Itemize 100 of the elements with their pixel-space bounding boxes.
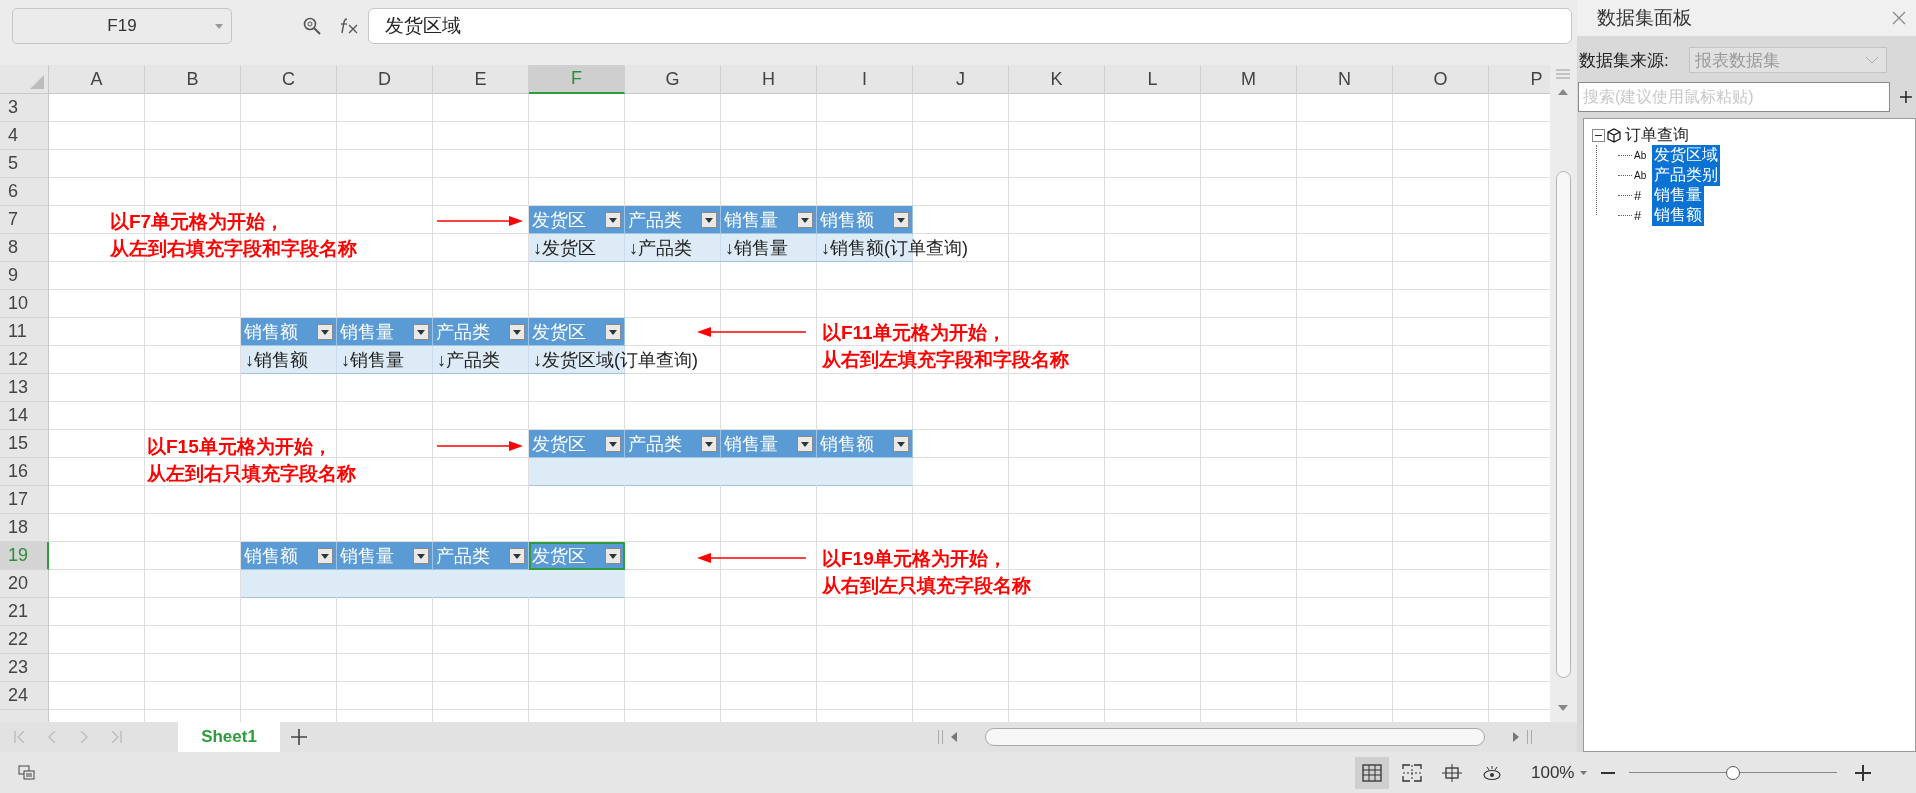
filter-dropdown-button[interactable] xyxy=(605,548,621,564)
cell-text: 产品类 xyxy=(628,208,682,232)
column-header[interactable]: J xyxy=(913,65,1009,94)
column-header[interactable]: O xyxy=(1393,65,1489,94)
annotation-text: 以F19单元格为开始， xyxy=(822,547,1008,571)
field-type-icon: # xyxy=(1634,207,1652,223)
tree-item[interactable]: 产品类别 xyxy=(1652,164,1720,186)
split-handle-icon[interactable] xyxy=(1556,69,1570,79)
filter-dropdown-button[interactable] xyxy=(317,324,333,340)
column-header[interactable]: N xyxy=(1297,65,1393,94)
field-type-icon: Ab xyxy=(1634,149,1652,161)
filter-dropdown-button[interactable] xyxy=(893,436,909,452)
filter-dropdown-button[interactable] xyxy=(317,548,333,564)
scroll-thumb[interactable] xyxy=(1556,171,1571,678)
filter-dropdown-button[interactable] xyxy=(413,324,429,340)
tree-item[interactable]: 发货区域 xyxy=(1652,144,1720,166)
annotation-text: 从右到左只填充字段名称 xyxy=(822,574,1031,598)
slider-thumb[interactable] xyxy=(1726,765,1741,780)
zoom-slider[interactable] xyxy=(1629,765,1838,780)
scroll-right-icon[interactable] xyxy=(1513,732,1519,742)
column-header[interactable]: K xyxy=(1009,65,1105,94)
eye-icon xyxy=(1482,763,1502,782)
filter-dropdown-button[interactable] xyxy=(701,212,717,228)
column-header[interactable]: M xyxy=(1201,65,1297,94)
cube-icon xyxy=(1605,127,1623,143)
table-cell[interactable]: ↓产品类 xyxy=(625,234,721,262)
field-type-icon: # xyxy=(1634,187,1652,203)
annotation-text: 以F15单元格为开始， xyxy=(147,435,333,459)
filter-dropdown-button[interactable] xyxy=(413,548,429,564)
filter-dropdown-button[interactable] xyxy=(509,324,525,340)
table-cell[interactable] xyxy=(529,570,625,598)
sheet-tab[interactable]: Sheet1 xyxy=(178,722,280,752)
annotation-text: 从左到右填充字段和字段名称 xyxy=(110,237,357,261)
caret-icon xyxy=(609,553,617,559)
cell-text: 销售量 xyxy=(724,432,778,456)
caret-icon xyxy=(705,217,713,223)
cell-text: 产品类 xyxy=(436,544,490,568)
zoom-icon[interactable] xyxy=(302,15,322,36)
function-icon[interactable] xyxy=(338,15,360,36)
tree-item[interactable]: 销售量 xyxy=(1652,184,1704,206)
cell-text: 发货区 xyxy=(532,320,586,344)
filter-dropdown-button[interactable] xyxy=(605,324,621,340)
annotation-text: 从左到右只填充字段名称 xyxy=(147,462,356,486)
cell-text: 发货区 xyxy=(532,208,586,232)
corner-triangle-icon xyxy=(30,75,44,89)
collapse-icon[interactable] xyxy=(1592,128,1605,142)
table-cell[interactable] xyxy=(817,458,913,486)
table-cell[interactable]: ↓销售额(订单查询) xyxy=(817,234,968,262)
scroll-up-icon[interactable] xyxy=(1558,89,1568,95)
panel-title: 数据集面板 xyxy=(1597,6,1692,30)
table-cell[interactable] xyxy=(529,458,625,486)
column-header[interactable]: E xyxy=(433,65,529,94)
tree-item[interactable]: 销售额 xyxy=(1652,204,1704,226)
table-cell[interactable]: ↓销售量 xyxy=(337,346,433,374)
table-cell[interactable]: ↓发货区 xyxy=(529,234,625,262)
tree-item[interactable]: 订单查询 xyxy=(1623,124,1691,146)
caret-icon xyxy=(513,329,521,335)
filter-dropdown-button[interactable] xyxy=(509,548,525,564)
page-layout-view-icon xyxy=(1442,763,1462,782)
view-button[interactable] xyxy=(1355,756,1389,789)
column-header[interactable]: G xyxy=(625,65,721,94)
zoom-in-icon[interactable] xyxy=(1855,764,1872,781)
macro-icon[interactable] xyxy=(18,764,36,781)
caret-icon xyxy=(897,217,905,223)
filter-dropdown-button[interactable] xyxy=(893,212,909,228)
column-header[interactable]: H xyxy=(721,65,817,94)
filter-dropdown-button[interactable] xyxy=(605,212,621,228)
cell-text: 发货区 xyxy=(532,544,586,568)
column-header[interactable]: L xyxy=(1105,65,1201,94)
formula-field[interactable]: 发货区域 xyxy=(368,7,1572,44)
cell-text: 销售额 xyxy=(244,320,298,344)
source-label: 数据集来源: xyxy=(1579,49,1670,72)
table-cell[interactable]: ↓发货区域(订单查询) xyxy=(529,346,698,374)
caret-icon xyxy=(897,441,905,447)
filter-dropdown-button[interactable] xyxy=(701,436,717,452)
filter-dropdown-button[interactable] xyxy=(797,436,813,452)
column-header[interactable]: B xyxy=(145,65,241,94)
annotation-text: 以F11单元格为开始， xyxy=(822,321,1007,345)
table-cell[interactable]: ↓销售量 xyxy=(721,234,817,262)
caret-icon xyxy=(609,441,617,447)
add-sheet-icon[interactable] xyxy=(288,726,310,748)
filter-dropdown-button[interactable] xyxy=(605,436,621,452)
column-header[interactable]: I xyxy=(817,65,913,94)
close-icon[interactable] xyxy=(1892,11,1906,25)
column-header[interactable]: D xyxy=(337,65,433,94)
filter-dropdown-button[interactable] xyxy=(797,212,813,228)
table-cell[interactable]: ↓产品类 xyxy=(433,346,529,374)
name-box[interactable]: F19 xyxy=(12,7,232,44)
column-header[interactable]: P xyxy=(1489,65,1550,94)
cell-text: 销售额 xyxy=(820,432,874,456)
cell-text: 销售额 xyxy=(820,208,874,232)
column-header[interactable]: A xyxy=(49,65,145,94)
table-cell[interactable] xyxy=(241,570,337,598)
table-cell[interactable]: ↓销售额 xyxy=(241,346,337,374)
zoom-level-dropdown[interactable]: 100% xyxy=(1531,762,1588,783)
caret-icon xyxy=(417,553,425,559)
scroll-left-icon[interactable] xyxy=(951,732,957,742)
column-header[interactable]: C xyxy=(241,65,337,94)
scroll-down-icon[interactable] xyxy=(1558,705,1568,711)
caret-icon xyxy=(417,329,425,335)
